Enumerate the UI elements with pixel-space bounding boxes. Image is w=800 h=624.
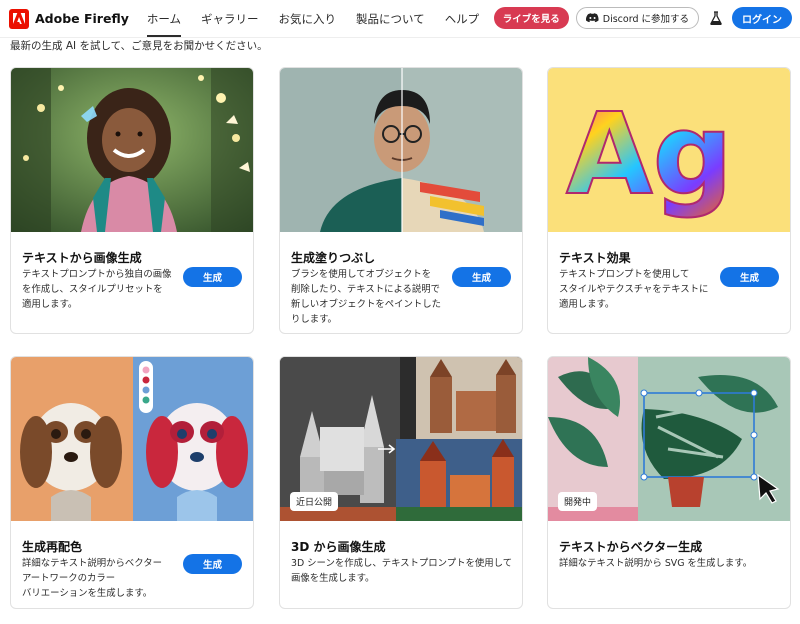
card-desc-line: を作成し、スタイルプリセットを	[22, 284, 163, 295]
discord-icon	[585, 13, 599, 23]
join-discord-label: Discord に参加する	[602, 14, 689, 25]
card-desc-line: 適用します。	[22, 299, 78, 310]
card-description: 詳細なテキスト説明からベクター アートワークのカラー バリエーションを生成します…	[22, 556, 162, 601]
feature-card-text-to-image[interactable]: テキストから画像生成 テキストプロンプトから独自の画像 を作成し、スタイルプリセ…	[10, 67, 254, 334]
main-nav: ホーム ギャラリー お気に入り 製品について ヘルプ	[146, 11, 499, 37]
feature-card-generative-fill[interactable]: 生成塗りつぶし ブラシを使用してオブジェクトを 削除したり、テキストによる説明で…	[279, 67, 523, 334]
card-description: 3D シーンを作成し、テキストプロンプトを使用して 画像を生成します。	[291, 556, 512, 586]
card-image-colorful-ag-letters: Ag	[548, 68, 790, 232]
card-image-man-portrait	[280, 68, 522, 232]
card-desc-line: 削除したり、テキストによる説明で	[291, 284, 441, 295]
brand-logo[interactable]: Adobe Firefly	[9, 8, 129, 29]
card-title: 3D から画像生成	[291, 540, 386, 554]
in-development-badge: 開発中	[558, 492, 598, 511]
card-title: テキストから画像生成	[22, 251, 142, 265]
card-desc-line: 適用します。	[559, 299, 615, 310]
card-desc-line: スタイルやテクスチャをテキストに	[559, 284, 709, 295]
nav-home[interactable]: ホーム	[146, 11, 182, 37]
feature-card-generative-recolor[interactable]: 生成再配色 詳細なテキスト説明からベクター アートワークのカラー バリエーション…	[10, 356, 254, 609]
feature-card-text-to-vector[interactable]: 開発中 テキストからベクター生成 詳細なテキスト説明から SVG を生成します。	[547, 356, 791, 609]
watch-live-button[interactable]: ライブを見る	[493, 7, 569, 29]
generate-button[interactable]: 生成	[183, 554, 242, 574]
card-image-girl-with-butterfly	[11, 68, 253, 232]
login-button[interactable]: ログイン	[732, 7, 792, 29]
card-desc-line: 詳細なテキスト説明から SVG を生成します。	[559, 558, 753, 569]
nav-help[interactable]: ヘルプ	[445, 11, 480, 27]
card-description: テキストプロンプトから独自の画像 を作成し、スタイルプリセットを 適用します。	[22, 267, 171, 312]
card-desc-line: 3D シーンを作成し、テキストプロンプトを使用して	[291, 558, 513, 569]
generate-button[interactable]: 生成	[720, 267, 779, 287]
card-desc-line: 新しいオブジェクトをペイントした	[291, 299, 442, 310]
card-desc-line: テキストプロンプトを使用して	[559, 269, 690, 280]
card-description: テキストプロンプトを使用して スタイルやテクスチャをテキストに 適用します。	[559, 267, 708, 312]
card-title: 生成再配色	[22, 540, 83, 554]
card-desc-line: バリエーションを生成します。	[22, 588, 153, 599]
card-desc-line: テキストプロンプトから独自の画像	[22, 269, 172, 280]
card-image-monstera-vector: 開発中	[548, 357, 790, 521]
brand-name: Adobe Firefly	[35, 11, 129, 26]
join-discord-button[interactable]: Discord に参加する	[575, 7, 699, 29]
nav-about[interactable]: 製品について	[356, 11, 425, 27]
card-title: テキスト効果	[559, 251, 631, 265]
intro-text: 最新の生成 AI を試して、ご意見をお聞かせください。	[10, 40, 268, 52]
card-desc-line: りします。	[291, 314, 337, 325]
card-desc-line: 詳細なテキスト説明からベクター	[22, 558, 162, 569]
card-desc-line: アートワークのカラー	[22, 573, 116, 584]
adobe-logo-icon	[9, 8, 29, 29]
coming-soon-badge: 近日公開	[290, 492, 339, 511]
feature-card-text-effects[interactable]: Ag テキスト効果 テキストプロンプトを使用して スタイルやテクスチャをテキスト…	[547, 67, 791, 334]
generate-button[interactable]: 生成	[183, 267, 242, 287]
nav-favorites[interactable]: お気に入り	[279, 11, 337, 27]
generate-button[interactable]: 生成	[452, 267, 511, 287]
card-image-3d-castle: 近日公開	[280, 357, 522, 521]
card-title: 生成塗りつぶし	[291, 251, 376, 265]
card-title: テキストからベクター生成	[559, 540, 703, 554]
card-desc-line: 画像を生成します。	[291, 573, 375, 584]
labs-flask-icon[interactable]	[709, 10, 723, 26]
top-nav-bar: Adobe Firefly ホーム ギャラリー お気に入り 製品について ヘルプ…	[0, 0, 800, 38]
card-description: 詳細なテキスト説明から SVG を生成します。	[559, 556, 752, 571]
art-text-ag: Ag	[566, 90, 733, 220]
header-actions: ライブを見る Discord に参加する ログイン	[493, 7, 792, 29]
card-description: ブラシを使用してオブジェクトを 削除したり、テキストによる説明で 新しいオブジェ…	[291, 267, 441, 327]
nav-gallery[interactable]: ギャラリー	[201, 11, 259, 27]
card-desc-line: ブラシを使用してオブジェクトを	[291, 269, 432, 280]
card-image-recolored-puppies	[11, 357, 253, 521]
feature-card-3d-to-image[interactable]: 近日公開 3D から画像生成 3D シーンを作成し、テキストプロンプトを使用して…	[279, 356, 523, 609]
